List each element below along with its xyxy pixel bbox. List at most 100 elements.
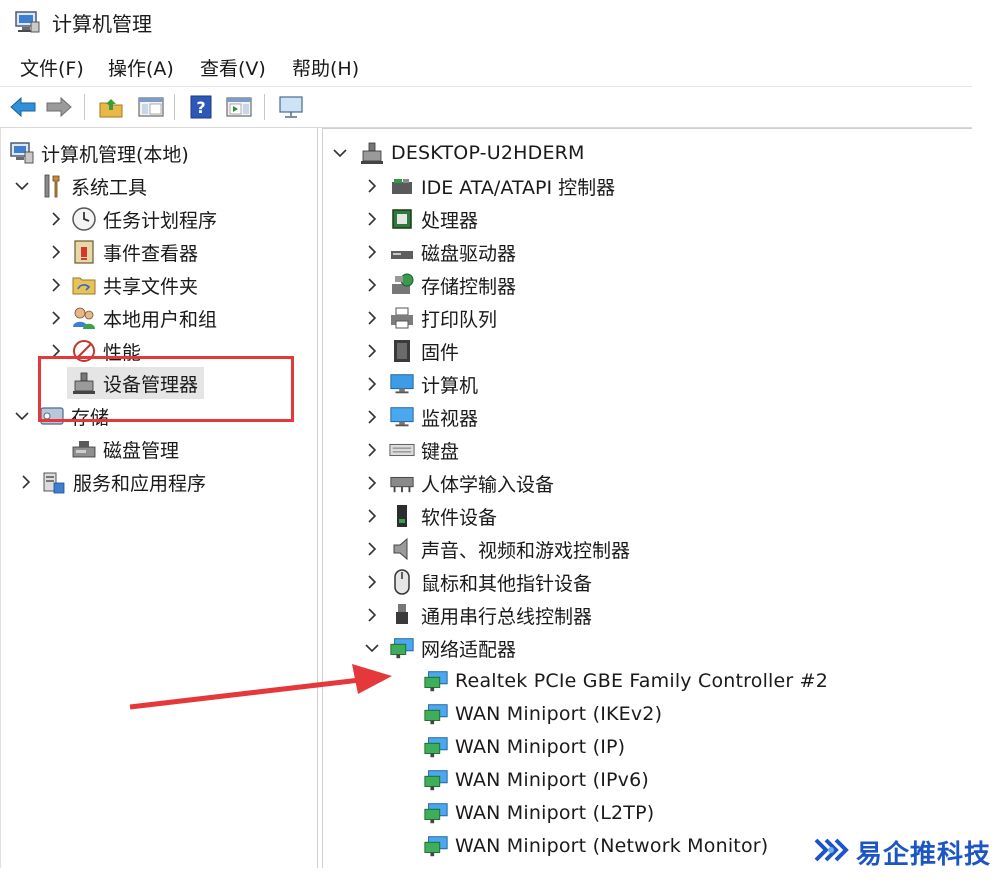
help-icon[interactable]: ? <box>186 92 216 122</box>
network-adapter-icon <box>423 734 449 760</box>
device-list-pane: DESKTOP-U2HDERM IDE ATA/ATAPI 控制器 处理器磁盘驱动… <box>322 128 972 868</box>
chevron-right-icon[interactable] <box>363 276 381 294</box>
network-adapter-label: WAN Miniport (IPv6) <box>455 769 649 791</box>
chevron-down-icon[interactable] <box>363 639 381 657</box>
computer-icon <box>389 371 415 397</box>
chevron-right-icon[interactable] <box>363 375 381 393</box>
menu-help[interactable]: 帮助(H) <box>288 52 363 83</box>
device-category[interactable]: 计算机 <box>363 368 478 400</box>
chevron-right-icon[interactable] <box>363 540 381 558</box>
device-category-label: 磁盘驱动器 <box>421 242 517 265</box>
toolbar-separator <box>84 94 85 120</box>
chevron-right-icon[interactable] <box>363 507 381 525</box>
network-adapter-icon <box>423 767 449 793</box>
device-root[interactable]: DESKTOP-U2HDERM <box>331 137 585 169</box>
disk-management-icon <box>71 436 97 462</box>
services-icon <box>41 469 67 495</box>
back-arrow-icon[interactable] <box>8 92 38 122</box>
device-category[interactable]: 声音、视频和游戏控制器 <box>363 533 630 565</box>
chevron-right-icon[interactable] <box>363 342 381 360</box>
chevron-down-icon[interactable] <box>13 177 31 195</box>
watermark: 易企推科技 <box>812 832 991 872</box>
chevron-right-icon[interactable] <box>47 243 65 261</box>
network-adapter-icon <box>423 800 449 826</box>
device-category[interactable]: 网络适配器 <box>363 632 516 664</box>
chevron-right-icon[interactable] <box>363 408 381 426</box>
device-category[interactable]: 键盘 <box>363 434 459 466</box>
tree-item-disk-management[interactable]: 磁盘管理 <box>67 433 179 465</box>
chevron-right-icon[interactable] <box>363 606 381 624</box>
device-category[interactable]: 打印队列 <box>363 302 497 334</box>
menu-action[interactable]: 操作(A) <box>104 52 178 83</box>
device-category[interactable]: IDE ATA/ATAPI 控制器 <box>363 170 615 202</box>
network-adapter-item[interactable]: WAN Miniport (L2TP) <box>423 797 654 829</box>
console-tree-pane: 计算机管理(本地) 系统工具 任务计划程序 事件查看器 共享文件夹 本地用户和组… <box>0 128 318 868</box>
users-icon <box>71 305 97 331</box>
tree-label: 服务和应用程序 <box>73 472 207 495</box>
device-category[interactable]: 处理器 <box>363 203 478 235</box>
chevron-right-icon[interactable] <box>363 243 381 261</box>
event-log-icon <box>71 239 97 265</box>
chevron-right-icon[interactable] <box>47 276 65 294</box>
chevron-right-icon[interactable] <box>17 473 35 491</box>
device-category-label: 人体学输入设备 <box>421 473 555 496</box>
tools-icon <box>39 173 65 199</box>
tree-item-system-tools[interactable]: 系统工具 <box>13 170 147 202</box>
monitor-icon[interactable] <box>276 92 306 122</box>
network-adapter-label: WAN Miniport (IKEv2) <box>455 703 663 725</box>
toolbar: ? <box>0 86 972 128</box>
device-category[interactable]: 磁盘驱动器 <box>363 236 516 268</box>
menu-file[interactable]: 文件(F) <box>16 52 88 83</box>
speaker-icon <box>389 536 415 562</box>
device-category[interactable]: 监视器 <box>363 401 478 433</box>
up-folder-icon[interactable] <box>96 92 126 122</box>
menu-bar: 文件(F) 操作(A) 查看(V) 帮助(H) <box>0 46 1000 86</box>
menu-view[interactable]: 查看(V) <box>196 52 270 83</box>
device-category[interactable]: 通用串行总线控制器 <box>363 599 592 631</box>
network-adapter-label: WAN Miniport (L2TP) <box>455 802 655 824</box>
tree-item-task-scheduler[interactable]: 任务计划程序 <box>47 203 217 235</box>
storage-controller-icon <box>389 272 415 298</box>
chevron-right-icon[interactable] <box>363 441 381 459</box>
device-category[interactable]: 软件设备 <box>363 500 497 532</box>
chevron-down-icon[interactable] <box>331 144 349 162</box>
hid-icon <box>389 470 415 496</box>
chevron-right-icon[interactable] <box>47 210 65 228</box>
computer-management-icon <box>14 10 40 38</box>
device-category-label: 鼠标和其他指针设备 <box>421 572 593 595</box>
tree-item-local-users[interactable]: 本地用户和组 <box>47 302 217 334</box>
tree-item-services-apps[interactable]: 服务和应用程序 <box>17 466 206 498</box>
tree-label: 事件查看器 <box>103 242 199 265</box>
network-adapter-item[interactable]: WAN Miniport (IP) <box>423 731 625 763</box>
tree-label: 磁盘管理 <box>103 439 180 462</box>
tree-label: 系统工具 <box>71 176 148 199</box>
tree-item-event-viewer[interactable]: 事件查看器 <box>47 236 198 268</box>
chevron-down-icon[interactable] <box>13 407 31 425</box>
tree-item-shared-folders[interactable]: 共享文件夹 <box>47 269 198 301</box>
chevron-right-icon[interactable] <box>363 177 381 195</box>
chevron-right-icon[interactable] <box>363 210 381 228</box>
device-category-label: 固件 <box>421 341 460 364</box>
action-pane-icon[interactable] <box>224 92 254 122</box>
forward-arrow-icon[interactable] <box>44 92 74 122</box>
tree-label: 本地用户和组 <box>103 308 218 331</box>
ide-controller-icon <box>389 173 415 199</box>
network-adapter-item[interactable]: WAN Miniport (IKEv2) <box>423 698 662 730</box>
network-adapter-item[interactable]: Realtek PCIe GBE Family Controller #2 <box>423 665 828 697</box>
tree-root[interactable]: 计算机管理(本地) <box>9 137 189 169</box>
watermark-logo-icon <box>812 832 850 872</box>
chevron-right-icon[interactable] <box>47 309 65 327</box>
network-adapter-item[interactable]: WAN Miniport (Network Monitor) <box>423 830 768 862</box>
device-category[interactable]: 固件 <box>363 335 459 367</box>
chevron-right-icon[interactable] <box>363 573 381 591</box>
network-adapter-label: Realtek PCIe GBE Family Controller #2 <box>455 670 829 692</box>
console-tree-icon[interactable] <box>136 92 166 122</box>
device-category[interactable]: 存储控制器 <box>363 269 516 301</box>
device-category[interactable]: 人体学输入设备 <box>363 467 554 499</box>
chevron-right-icon[interactable] <box>363 309 381 327</box>
device-category[interactable]: 鼠标和其他指针设备 <box>363 566 592 598</box>
network-adapter-icon <box>389 635 415 661</box>
network-adapter-item[interactable]: WAN Miniport (IPv6) <box>423 764 649 796</box>
chevron-right-icon[interactable] <box>363 474 381 492</box>
mouse-icon <box>389 569 415 595</box>
